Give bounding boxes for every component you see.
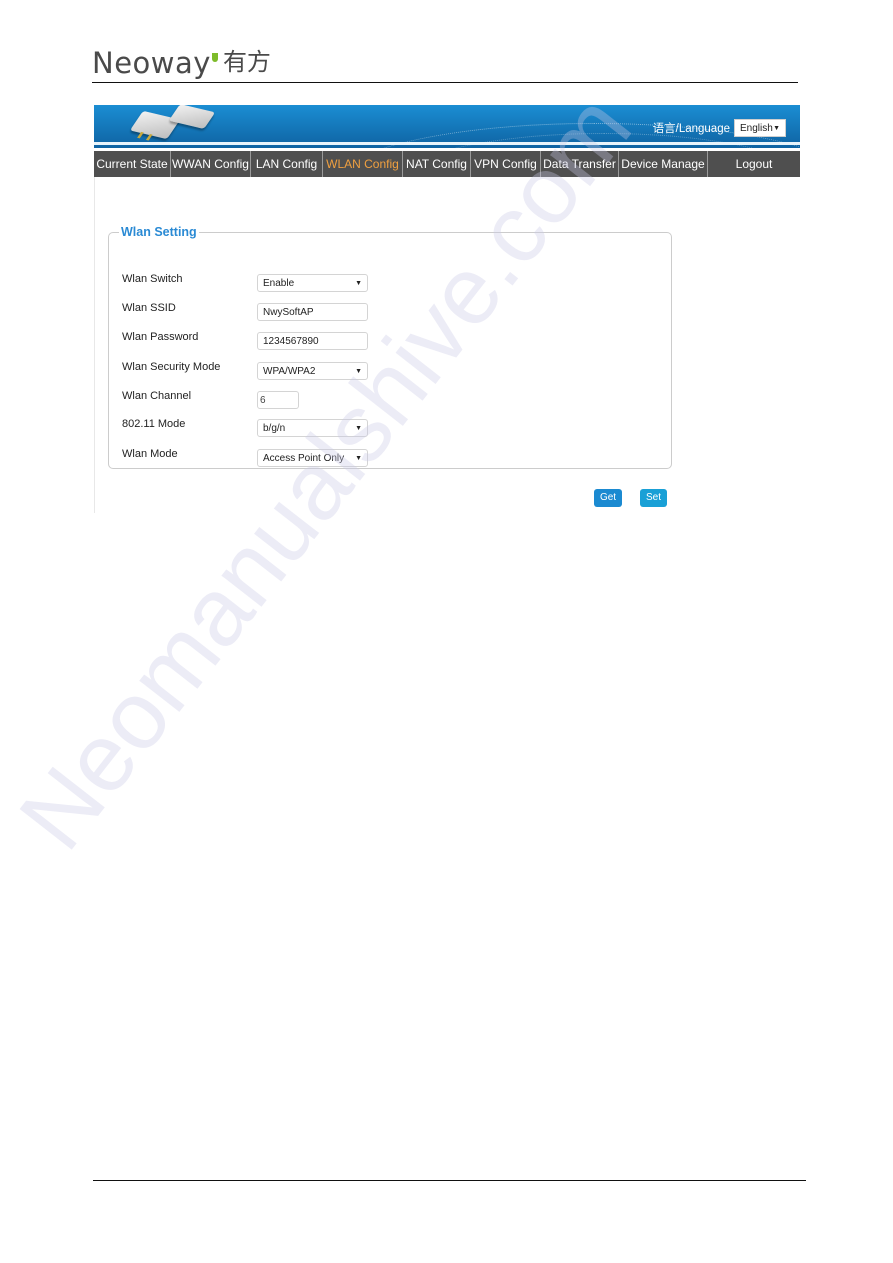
wlan-mode-value: Access Point Only xyxy=(263,452,345,464)
nav-wwan-config[interactable]: WWAN Config xyxy=(171,151,251,177)
mode-80211-label: 802.11 Mode xyxy=(122,418,186,430)
wlan-switch-value: Enable xyxy=(263,277,295,289)
nav-logout[interactable]: Logout xyxy=(708,151,800,177)
antenna-icon xyxy=(145,134,153,141)
logo-chinese-text: 有方 xyxy=(222,49,271,76)
main-nav: Current State WWAN Config LAN Config WLA… xyxy=(94,151,800,177)
nav-vpn-config[interactable]: VPN Config xyxy=(471,151,541,177)
wlan-switch-label: Wlan Switch xyxy=(122,273,183,285)
wlan-ssid-label: Wlan SSID xyxy=(122,302,176,314)
nav-wlan-config[interactable]: WLAN Config xyxy=(323,151,403,177)
logo-accent-icon xyxy=(211,53,218,62)
logo-text: Neoway xyxy=(92,46,211,80)
wlan-mode-select[interactable]: Access Point Only ▼ xyxy=(257,449,368,467)
wlan-channel-row: Wlan Channel 6 xyxy=(109,389,673,411)
nav-lan-config[interactable]: LAN Config xyxy=(251,151,323,177)
neoway-logo: Neoway 有方 xyxy=(92,42,271,78)
antenna-icon xyxy=(137,131,144,139)
document-header: Neoway 有方 xyxy=(92,42,798,83)
wlan-mode-label: Wlan Mode xyxy=(122,448,178,460)
chevron-down-icon: ▼ xyxy=(355,279,362,287)
content-border xyxy=(94,177,95,513)
wlan-security-mode-select[interactable]: WPA/WPA2 ▼ xyxy=(257,362,368,380)
wlan-mode-row: Wlan Mode Access Point Only ▼ xyxy=(109,447,673,469)
router-web-ui-screenshot: 语言/Language English ▼ Current State WWAN… xyxy=(94,105,800,513)
mode-80211-row: 802.11 Mode b/g/n ▼ xyxy=(109,417,673,439)
wlan-ssid-row: Wlan SSID NwySoftAP xyxy=(109,301,673,323)
wlan-security-mode-label: Wlan Security Mode xyxy=(122,361,221,373)
language-select[interactable]: English ▼ xyxy=(734,119,786,137)
wlan-channel-label: Wlan Channel xyxy=(122,390,192,402)
wlan-password-row: Wlan Password 1234567890 xyxy=(109,330,673,352)
wlan-password-input[interactable]: 1234567890 xyxy=(257,332,368,350)
wlan-channel-input[interactable]: 6 xyxy=(257,391,299,409)
set-button[interactable]: Set xyxy=(640,489,667,507)
nav-device-manage[interactable]: Device Manage xyxy=(619,151,708,177)
language-label: 语言/Language xyxy=(652,123,730,135)
language-selector-area: 语言/Language English ▼ xyxy=(653,119,786,137)
mode-80211-value: b/g/n xyxy=(263,422,286,434)
banner-stripe xyxy=(94,142,800,145)
wlan-password-label: Wlan Password xyxy=(122,331,199,343)
wlan-ssid-input[interactable]: NwySoftAP xyxy=(257,303,368,321)
chevron-down-icon: ▼ xyxy=(355,454,362,462)
footer-divider xyxy=(93,1180,806,1181)
wlan-security-mode-value: WPA/WPA2 xyxy=(263,365,316,377)
chevron-down-icon: ▼ xyxy=(355,424,362,432)
wlan-switch-row: Wlan Switch Enable ▼ xyxy=(109,272,673,294)
wlan-setting-title: Wlan Setting xyxy=(121,225,197,239)
language-selected-value: English xyxy=(740,122,773,134)
wlan-setting-panel: Wlan Setting Wlan Switch Enable ▼ Wlan S… xyxy=(108,225,672,469)
get-button[interactable]: Get xyxy=(594,489,622,507)
wlan-security-mode-row: Wlan Security Mode WPA/WPA2 ▼ xyxy=(109,360,673,382)
mode-80211-select[interactable]: b/g/n ▼ xyxy=(257,419,368,437)
chevron-down-icon: ▼ xyxy=(773,124,780,132)
chevron-down-icon: ▼ xyxy=(355,367,362,375)
wlan-switch-select[interactable]: Enable ▼ xyxy=(257,274,368,292)
nav-data-transfer[interactable]: Data Transfer xyxy=(541,151,619,177)
header-banner: 语言/Language English ▼ xyxy=(94,105,800,148)
nav-current-state[interactable]: Current State xyxy=(94,151,171,177)
nav-nat-config[interactable]: NAT Config xyxy=(403,151,471,177)
